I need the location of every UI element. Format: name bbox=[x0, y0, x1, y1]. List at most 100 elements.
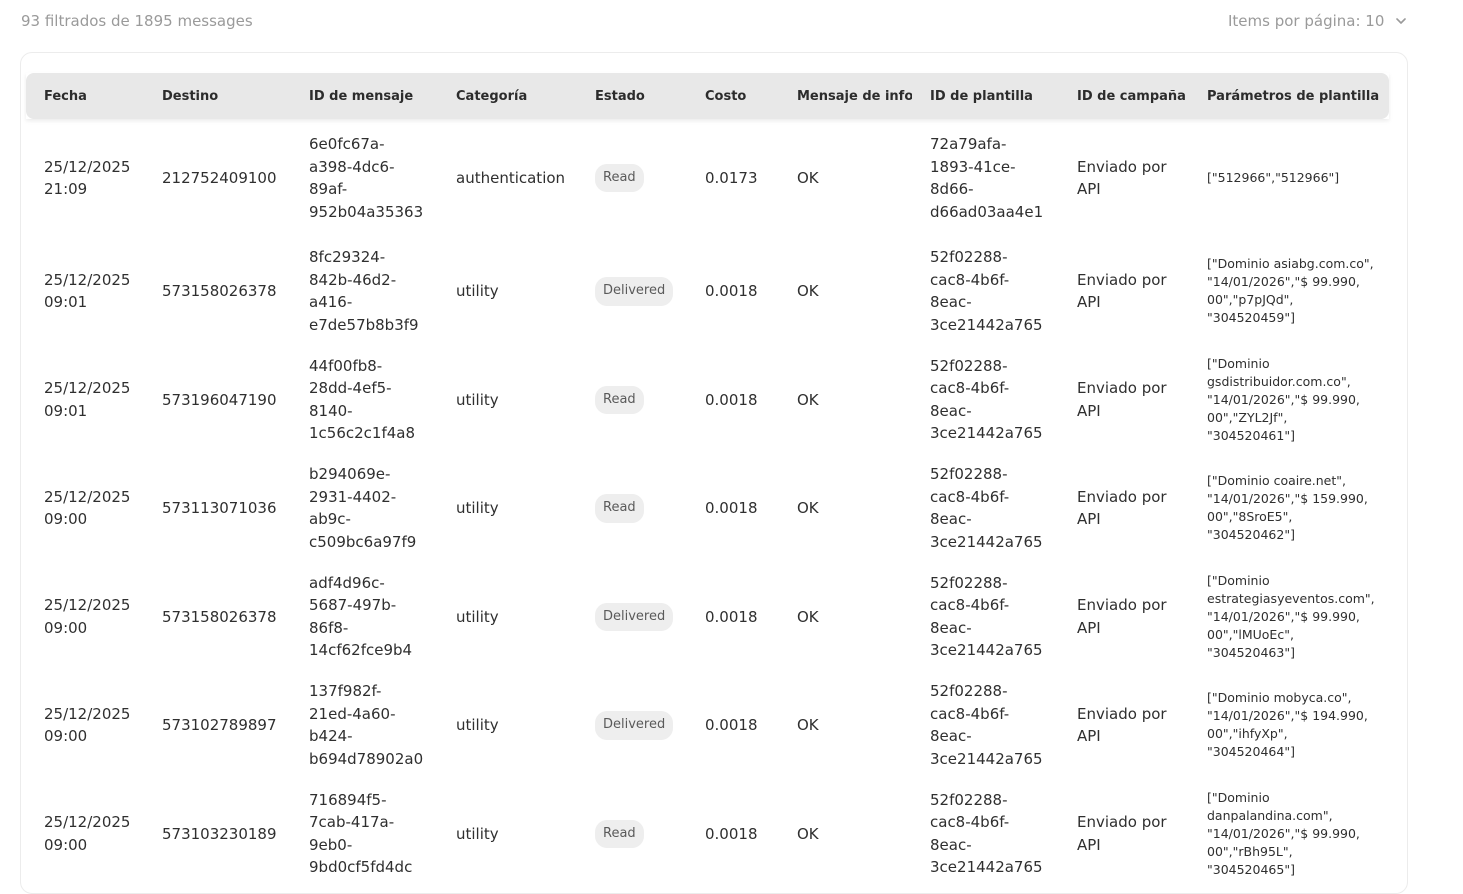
status-badge: Delivered bbox=[595, 602, 674, 631]
column-header-destino[interactable]: Destino bbox=[144, 73, 291, 119]
column-header-fecha[interactable]: Fecha bbox=[26, 73, 144, 119]
status-badge: Read bbox=[595, 819, 644, 848]
cell-campana: Enviado por API bbox=[1077, 270, 1167, 312]
cell-costo: 0.0018 bbox=[705, 282, 758, 300]
cell-categoria: utility bbox=[456, 824, 499, 843]
cell-campana: Enviado por API bbox=[1077, 487, 1167, 529]
cell-id-mensaje: b294069e- 2931-4402- ab9c- c509bc6a97f9 bbox=[309, 465, 417, 551]
cell-id-mensaje: adf4d96c- 5687-497b- 86f8- 14cf62fce9b4 bbox=[309, 573, 413, 660]
cell-categoria: utility bbox=[456, 390, 499, 409]
table-row[interactable]: 25/12/2025 09:00 573158026378 adf4d96c- 56… bbox=[26, 563, 1389, 672]
cell-id-plantilla: 52f02288- cac8-4b6f- 8eac- 3ce21442a765 bbox=[930, 573, 1043, 660]
cell-id-plantilla: 52f02288- cac8-4b6f- 8eac- 3ce21442a765 bbox=[930, 682, 1043, 768]
cell-costo: 0.0018 bbox=[705, 607, 758, 626]
table-row[interactable]: 25/12/2025 21:09 212752409100 6e0fc67a- a3… bbox=[26, 119, 1389, 237]
status-badge: Read bbox=[595, 163, 644, 193]
cell-categoria: utility bbox=[456, 716, 499, 734]
table-row[interactable]: 25/12/2025 09:00 573102789897 137f982f- 21… bbox=[26, 671, 1389, 780]
cell-fecha: 25/12/2025 09:00 bbox=[44, 704, 131, 746]
cell-fecha: 25/12/2025 09:00 bbox=[44, 487, 131, 529]
column-header-id-plantilla[interactable]: ID de plantilla bbox=[912, 73, 1059, 119]
cell-id-plantilla: 52f02288- cac8-4b6f- 8eac- 3ce21442a765 bbox=[930, 248, 1043, 334]
cell-info: OK bbox=[797, 716, 819, 734]
cell-estado: Read bbox=[577, 346, 687, 455]
cell-id-plantilla: 52f02288- cac8-4b6f- 8eac- 3ce21442a765 bbox=[930, 790, 1043, 877]
cell-categoria: authentication bbox=[456, 168, 566, 187]
cell-fecha: 25/12/2025 09:01 bbox=[44, 270, 131, 312]
header-row: Fecha Destino ID de mensaje Categoría Estado… bbox=[26, 73, 1389, 119]
cell-estado: Delivered bbox=[577, 671, 687, 780]
cell-costo: 0.0018 bbox=[705, 390, 758, 409]
column-header-parametros[interactable]: Parámetros de plantilla bbox=[1189, 73, 1389, 119]
table-row[interactable]: 25/12/2025 09:00 573103230189 716894f5- 7c… bbox=[26, 780, 1389, 889]
list-toolbar: 93 filtrados de 1895 messages Items por … bbox=[0, 0, 1463, 44]
cell-categoria: utility bbox=[456, 282, 499, 300]
cell-campana: Enviado por API bbox=[1077, 813, 1167, 854]
cell-id-mensaje: 8fc29324- 842b-46d2- a416- e7de57b8b3f9 bbox=[309, 248, 419, 334]
table-row[interactable]: 25/12/2025 09:00 573113071036 b294069e- 29… bbox=[26, 454, 1389, 563]
cell-costo: 0.0018 bbox=[705, 499, 758, 517]
cell-parametros: ["Dominio gsdistribuidor.com.co", "14/01… bbox=[1207, 355, 1360, 443]
status-badge: Delivered bbox=[595, 277, 674, 306]
cell-fecha: 25/12/2025 09:00 bbox=[44, 596, 131, 637]
filter-summary: 93 filtrados de 1895 messages bbox=[21, 12, 253, 30]
cell-costo: 0.0018 bbox=[705, 824, 758, 843]
cell-campana: Enviado por API bbox=[1077, 157, 1167, 199]
cell-estado: Read bbox=[577, 454, 687, 563]
cell-costo: 0.0018 bbox=[705, 716, 758, 734]
messages-table-card: Fecha Destino ID de mensaje Categoría Estado… bbox=[20, 52, 1408, 894]
cell-id-mensaje: 137f982f- 21ed-4a60- b424- b694d78902a0 bbox=[309, 682, 424, 768]
status-badge: Read bbox=[595, 385, 644, 414]
cell-fecha: 25/12/2025 21:09 bbox=[44, 157, 131, 199]
cell-costo: 0.0173 bbox=[705, 168, 758, 187]
cell-campana: Enviado por API bbox=[1077, 704, 1167, 746]
status-badge: Delivered bbox=[595, 711, 674, 740]
table-header: Fecha Destino ID de mensaje Categoría Estado… bbox=[26, 73, 1389, 119]
cell-destino: 573196047190 bbox=[162, 390, 277, 409]
cell-campana: Enviado por API bbox=[1077, 379, 1167, 420]
cell-info: OK bbox=[797, 168, 819, 187]
cell-estado: Delivered bbox=[577, 237, 687, 346]
cell-info: OK bbox=[797, 282, 819, 300]
cell-id-plantilla: 52f02288- cac8-4b6f- 8eac- 3ce21442a765 bbox=[930, 356, 1043, 443]
cell-campana: Enviado por API bbox=[1077, 596, 1167, 637]
cell-parametros: ["Dominio coaire.net", "14/01/2026","$ 1… bbox=[1207, 473, 1368, 543]
table-row[interactable]: 25/12/2025 09:01 573158026378 8fc29324- 84… bbox=[26, 237, 1389, 346]
cell-destino: 573158026378 bbox=[162, 282, 277, 300]
cell-parametros: ["512966","512966"] bbox=[1207, 170, 1340, 185]
cell-info: OK bbox=[797, 824, 819, 843]
cell-id-mensaje: 44f00fb8- 28dd-4ef5- 8140- 1c56c2c1f4a8 bbox=[309, 356, 416, 443]
cell-fecha: 25/12/2025 09:01 bbox=[44, 379, 131, 420]
column-header-estado[interactable]: Estado bbox=[577, 73, 687, 119]
column-header-mensaje-info[interactable]: Mensaje de info bbox=[779, 73, 912, 119]
cell-id-plantilla: 72a79afa- 1893-41ce- 8d66- d66ad03aa4e1 bbox=[930, 135, 1044, 221]
cell-info: OK bbox=[797, 499, 819, 517]
cell-destino: 573113071036 bbox=[162, 499, 277, 517]
cell-parametros: ["Dominio danpalandina.com", "14/01/2026… bbox=[1207, 789, 1360, 877]
cell-estado: Read bbox=[577, 780, 687, 889]
cell-info: OK bbox=[797, 390, 819, 409]
cell-parametros: ["Dominio mobyca.co", "14/01/2026","$ 19… bbox=[1207, 690, 1368, 760]
cell-categoria: utility bbox=[456, 499, 499, 517]
cell-info: OK bbox=[797, 607, 819, 626]
column-header-id-campana[interactable]: ID de campaña bbox=[1059, 73, 1189, 119]
cell-destino: 573102789897 bbox=[162, 716, 277, 734]
table-body: 25/12/2025 21:09 212752409100 6e0fc67a- a3… bbox=[26, 119, 1389, 888]
column-header-id-mensaje[interactable]: ID de mensaje bbox=[291, 73, 438, 119]
column-header-categoria[interactable]: Categoría bbox=[438, 73, 577, 119]
cell-estado: Delivered bbox=[577, 563, 687, 672]
status-badge: Read bbox=[595, 494, 644, 523]
cell-categoria: utility bbox=[456, 607, 499, 626]
table-row[interactable]: 25/12/2025 09:01 573196047190 44f00fb8- 28… bbox=[26, 346, 1389, 455]
cell-destino: 212752409100 bbox=[162, 168, 277, 187]
cell-id-mensaje: 6e0fc67a- a398-4dc6- 89af- 952b04a35363 bbox=[309, 135, 424, 221]
cell-parametros: ["Dominio estrategiasyeventos.com", "14/… bbox=[1207, 572, 1375, 660]
cell-fecha: 25/12/2025 09:00 bbox=[44, 813, 131, 854]
cell-estado: Read bbox=[577, 119, 687, 237]
chevron-down-icon bbox=[1394, 14, 1408, 28]
column-header-costo[interactable]: Costo bbox=[687, 73, 779, 119]
cell-destino: 573158026378 bbox=[162, 607, 277, 626]
items-per-page-label: Items por página: 10 bbox=[1228, 12, 1385, 30]
items-per-page-select[interactable]: Items por página: 10 bbox=[1228, 12, 1408, 30]
cell-id-mensaje: 716894f5- 7cab-417a- 9eb0- 9bd0cf5fd4dc bbox=[309, 790, 413, 877]
